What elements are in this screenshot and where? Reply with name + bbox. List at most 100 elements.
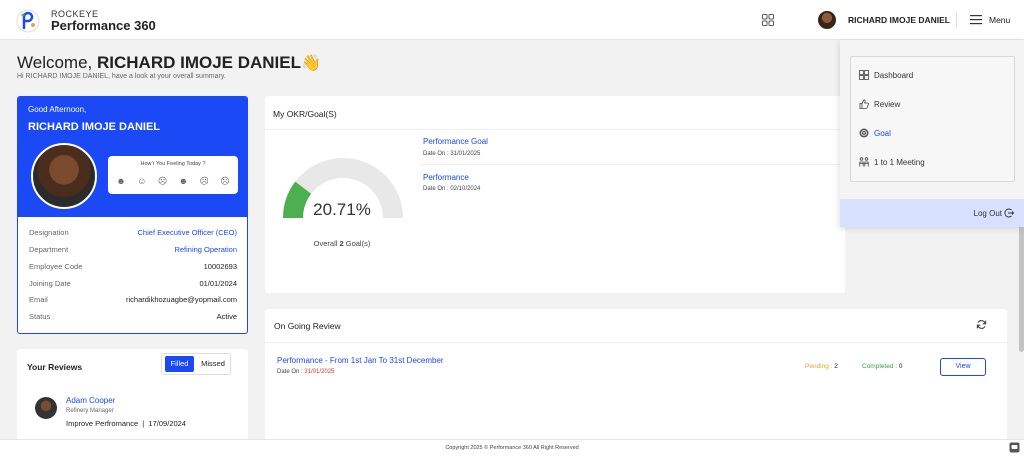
page-scrollbar[interactable] <box>1019 225 1024 352</box>
your-reviews-card: Your Reviews Filled Missed Adam Cooper R… <box>17 349 248 444</box>
review-filter-toggle: Filled Missed <box>161 353 231 375</box>
ongoing-review-name[interactable]: Performance - From 1st Jan To 31st Decem… <box>277 356 444 365</box>
designation-label: Designation <box>29 228 69 237</box>
menu-item-label: Dashboard <box>874 70 914 80</box>
welcome-subtitle: Hi RICHARD IMOJE DANIEL, have a look at … <box>17 73 226 80</box>
menu-item-review[interactable]: Review <box>859 97 900 111</box>
greeting-text: Good Afternoon, <box>28 105 87 114</box>
thumbs-up-icon <box>859 99 869 109</box>
ongoing-review-card: On Going Review Performance - From 1st J… <box>265 309 1007 441</box>
mood-title: How’r You Feeling Today ? <box>140 161 206 167</box>
joining-date-row: Joining Date 01/01/2024 <box>29 279 237 288</box>
goal-item-date: Date On : 02/10/2024 <box>423 186 481 192</box>
mood-faces: ☻ ☺ ☹ ☻ ☹ ☹ <box>116 176 230 186</box>
dashboard-icon <box>859 70 869 80</box>
reviewer-role: Refinery Manager <box>66 408 114 414</box>
ongoing-date-label: Date On : <box>277 369 305 375</box>
menu-item-goal[interactable]: Goal <box>859 126 891 140</box>
goal-item-name[interactable]: Performance <box>423 173 469 182</box>
goal-divider <box>420 164 845 165</box>
page-footer: Copyright 2025 © Performance 360 All Rig… <box>0 439 1024 456</box>
missed-tab[interactable]: Missed <box>197 356 229 372</box>
menu-items-box: Dashboard Review Goal 1 to 1 Meeting <box>850 56 1015 182</box>
joining-date-label: Joining Date <box>29 279 71 288</box>
filled-tab[interactable]: Filled <box>165 356 194 372</box>
profile-photo <box>31 143 97 209</box>
unhappy-face-icon[interactable]: ☹ <box>199 176 209 186</box>
okr-divider <box>265 129 845 130</box>
welcome-name: RICHARD IMOJE DANIEL <box>97 53 302 72</box>
designation-value: Chief Executive Officer (CEO) <box>137 228 237 237</box>
overall-goals-count: Overall 2 Goal(s) <box>265 239 419 248</box>
view-review-button[interactable]: View <box>940 358 986 376</box>
pending-label: Pending : <box>805 363 835 370</box>
user-avatar[interactable] <box>818 11 836 29</box>
completed-label: Completed : <box>862 363 899 370</box>
menu-item-1to1-meeting[interactable]: 1 to 1 Meeting <box>859 155 925 169</box>
apps-grid-icon[interactable] <box>762 14 774 26</box>
designation-row: Designation Chief Executive Officer (CEO) <box>29 228 237 237</box>
sad-face-icon[interactable]: ☹ <box>158 176 168 186</box>
employee-code-label: Employee Code <box>29 262 83 271</box>
reviewer-name[interactable]: Adam Cooper <box>66 396 115 405</box>
hamburger-menu-icon[interactable] <box>970 14 982 25</box>
pending-number: 2 <box>834 363 838 370</box>
ongoing-date-value: 31/01/2025 <box>304 369 335 375</box>
mood-picker: How’r You Feeling Today ? ☻ ☺ ☹ ☻ ☹ ☹ <box>108 156 238 194</box>
logout-icon <box>1004 208 1014 218</box>
menu-item-label: Goal <box>874 128 891 138</box>
profile-banner: Good Afternoon, RICHARD IMOJE DANIEL How… <box>18 97 247 217</box>
okr-title: My OKR/Goal(S) <box>273 109 337 119</box>
profile-name: RICHARD IMOJE DANIEL <box>28 121 161 133</box>
email-label: Email <box>29 295 48 304</box>
logout-button[interactable]: Log Out <box>974 208 1014 218</box>
status-row: Status Active <box>29 312 237 321</box>
overall-suffix: Goal(s) <box>343 239 371 248</box>
brand-title: Performance 360 <box>51 18 156 33</box>
ongoing-review-date: Date On : 31/01/2025 <box>277 369 334 375</box>
logout-bar: Log Out <box>840 199 1024 227</box>
copyright-text: Copyright 2025 © Performance 360 All Rig… <box>445 445 579 451</box>
chat-support-icon[interactable] <box>1009 442 1020 453</box>
rockeye-logo-icon[interactable] <box>16 9 40 33</box>
email-row: Email richardikhozuagbe@yopmail.com <box>29 295 237 304</box>
employee-code-value: 10002693 <box>203 262 237 271</box>
status-value: Active <box>216 312 237 321</box>
welcome-heading: Welcome, RICHARD IMOJE DANIEL👋 <box>17 53 321 73</box>
okr-goal-card: My OKR/Goal(S) 20.71% Overall 2 Goal(s) … <box>265 96 845 293</box>
completed-count: Completed : 0 <box>862 363 902 370</box>
reviewer-avatar <box>35 397 57 419</box>
email-value: richardikhozuagbe@yopmail.com <box>126 295 237 304</box>
wave-emoji-icon: 👋 <box>301 55 321 72</box>
welcome-prefix: Welcome, <box>17 53 97 72</box>
angry-face-icon[interactable]: ☹ <box>220 176 230 186</box>
header-user-name[interactable]: RICHARD IMOJE DANIEL <box>848 15 950 25</box>
status-label: Status <box>29 312 51 321</box>
refresh-icon[interactable] <box>976 319 987 330</box>
review-description: Improve Perfromance | 17/09/2024 <box>66 419 186 428</box>
menu-item-dashboard[interactable]: Dashboard <box>859 68 913 82</box>
review-date: 17/09/2024 <box>148 419 186 428</box>
ongoing-review-title: On Going Review <box>274 321 341 331</box>
goal-item-name[interactable]: Performance Goal <box>423 137 488 146</box>
menu-button[interactable]: Menu <box>989 15 1010 25</box>
neutral-face-icon[interactable]: ☺ <box>137 176 147 186</box>
meeting-icon <box>859 157 869 167</box>
ongoing-divider <box>265 342 1007 343</box>
department-row: Department Refining Operation <box>29 245 237 254</box>
very-happy-face-icon[interactable]: ☻ <box>116 176 126 186</box>
department-value: Refining Operation <box>174 245 237 254</box>
logout-label: Log Out <box>973 208 1002 218</box>
goal-progress-percent: 20.71% <box>313 200 371 219</box>
completed-number: 0 <box>898 363 903 370</box>
goal-icon <box>859 128 869 138</box>
profile-card: Good Afternoon, RICHARD IMOJE DANIEL How… <box>17 96 248 334</box>
menu-item-label: Review <box>874 99 901 109</box>
employee-code-row: Employee Code 10002693 <box>29 262 237 271</box>
goal-item-date: Date On : 31/01/2025 <box>423 151 481 157</box>
overall-prefix: Overall <box>313 239 340 248</box>
menu-dropdown: Dashboard Review Goal 1 to 1 Meeting Log… <box>840 40 1024 227</box>
menu-item-label: 1 to 1 Meeting <box>874 157 925 167</box>
happy-face-icon[interactable]: ☻ <box>178 176 188 186</box>
reviews-title: Your Reviews <box>27 362 83 372</box>
